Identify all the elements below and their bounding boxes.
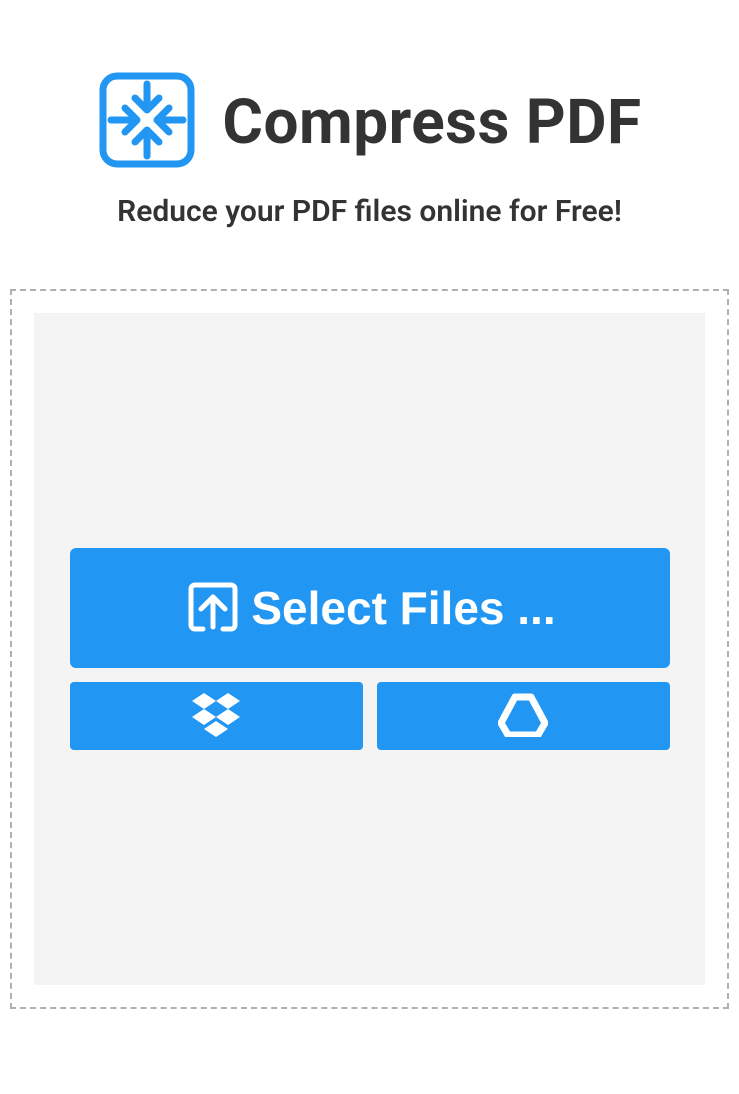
select-files-label: Select Files ... [251, 581, 555, 635]
page-header: Compress PDF [0, 70, 739, 174]
file-dropzone[interactable]: Select Files ... [10, 289, 729, 1009]
dropbox-button[interactable] [70, 682, 363, 750]
cloud-provider-row [70, 682, 670, 750]
dropbox-icon [190, 693, 242, 740]
select-files-button[interactable]: Select Files ... [70, 548, 670, 668]
upload-panel: Select Files ... [34, 313, 705, 985]
compress-icon [97, 70, 197, 174]
upload-icon [183, 577, 243, 640]
google-drive-icon [498, 693, 548, 740]
google-drive-button[interactable] [377, 682, 670, 750]
page-title: Compress PDF [222, 86, 641, 159]
page-subtitle: Reduce your PDF files online for Free! [0, 194, 739, 229]
